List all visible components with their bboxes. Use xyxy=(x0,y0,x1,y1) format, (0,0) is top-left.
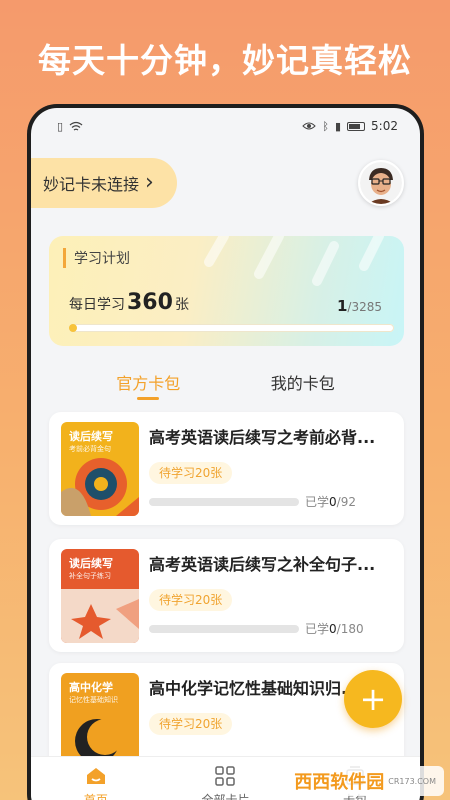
site-watermark: 西西软件园 CR173.COM xyxy=(286,766,444,796)
promo-headline: 每天十分钟，妙记真轻松 xyxy=(38,41,412,80)
nav-home-label: 首页 xyxy=(83,793,108,800)
card-pack-tabs: 官方卡包 我的卡包 xyxy=(31,366,420,402)
list-item[interactable]: 读后续写 考前必背金句 高考英语读后续写之考前必背... 待学习20张 已学0/… xyxy=(49,412,404,525)
plan-title: 学习计划 xyxy=(63,248,130,268)
pending-badge: 待学习20张 xyxy=(149,589,233,611)
eye-icon xyxy=(302,122,317,130)
pack-cover: 高中化学 记忆性基础知识 xyxy=(61,673,139,767)
learned-count: 已学0/92 xyxy=(305,493,356,510)
plan-progress-bar xyxy=(69,324,394,332)
learned-label: 已学 xyxy=(305,495,330,509)
app-screen: ▯ ᛒ ▮ 5:02 妙记卡未连接 › 学习计划 每日学习360 张 1/328… xyxy=(31,108,420,800)
nav-all-cards-label: 全部卡片 xyxy=(201,793,250,800)
sim-icon: ▯ xyxy=(57,119,64,133)
cover-title: 读后续写 xyxy=(69,430,113,443)
plan-progress-fill xyxy=(69,324,77,332)
plan-progress-current: 1 xyxy=(336,297,348,315)
watermark-text: 西西软件园 xyxy=(294,772,385,793)
learned-label: 已学 xyxy=(305,622,330,636)
vibrate-icon: ▮ xyxy=(334,119,342,133)
bluetooth-icon: ᛒ xyxy=(322,119,329,133)
wifi-icon xyxy=(69,121,83,131)
plan-progress-text: 1/3285 xyxy=(337,297,382,315)
watermark-site: CR173.COM xyxy=(388,776,436,786)
daily-count: 360 xyxy=(127,290,173,315)
learned-count: 已学0/180 xyxy=(305,620,364,637)
learned-total: /92 xyxy=(336,495,356,509)
phone-frame: ▯ ᛒ ▮ 5:02 妙记卡未连接 › 学习计划 每日学习360 张 1/328… xyxy=(27,104,424,800)
card-connect-button[interactable]: 妙记卡未连接 › xyxy=(31,158,177,208)
daily-prefix: 每日学习 xyxy=(69,297,125,313)
pack-title: 高考英语读后续写之考前必背... xyxy=(149,428,376,447)
tab-official-packs[interactable]: 官方卡包 xyxy=(116,366,180,402)
chevron-right-icon: › xyxy=(145,170,154,195)
list-item[interactable]: 读后续写 补全句子练习 高考英语读后续写之补全句子... 待学习20张 已学0/… xyxy=(49,539,404,652)
learned-value: 0 xyxy=(329,622,337,636)
pending-badge: 待学习20张 xyxy=(149,713,233,735)
pending-badge: 待学习20张 xyxy=(149,462,233,484)
daily-suffix: 张 xyxy=(174,297,189,313)
tab-my-packs[interactable]: 我的卡包 xyxy=(271,366,335,402)
grid-icon xyxy=(215,766,236,786)
home-icon xyxy=(86,768,105,784)
study-plan-card[interactable]: 学习计划 每日学习360 张 1/3285 xyxy=(49,236,404,346)
cover-subtitle: 考前必背金句 xyxy=(69,445,111,453)
cartoon-avatar-icon xyxy=(360,162,402,204)
nav-all-cards[interactable]: 全部卡片 xyxy=(185,765,265,800)
avatar[interactable] xyxy=(358,160,404,206)
pack-cover: 读后续写 考前必背金句 xyxy=(61,422,139,516)
pack-title: 高考英语读后续写之补全句子... xyxy=(149,555,376,574)
cover-subtitle: 补全句子练习 xyxy=(69,572,111,580)
connect-label: 妙记卡未连接 xyxy=(43,175,140,194)
learned-value: 0 xyxy=(329,495,337,509)
learned-total: /180 xyxy=(336,622,364,636)
cover-title: 读后续写 xyxy=(69,557,113,570)
cover-title: 高中化学 xyxy=(69,681,113,694)
cover-subtitle: 记忆性基础知识 xyxy=(69,696,118,704)
nav-home[interactable]: 首页 xyxy=(56,765,136,800)
status-time: 5:02 xyxy=(371,119,398,133)
pack-progress-bar xyxy=(149,498,299,506)
plan-progress-total: /3285 xyxy=(347,300,382,314)
daily-goal: 每日学习360 张 xyxy=(69,290,189,315)
add-pack-button[interactable]: + xyxy=(344,670,402,728)
pack-cover: 读后续写 补全句子练习 xyxy=(61,549,139,643)
pack-progress-bar xyxy=(149,625,299,633)
status-bar: ▯ ᛒ ▮ 5:02 xyxy=(31,108,420,144)
battery-icon xyxy=(347,121,366,131)
